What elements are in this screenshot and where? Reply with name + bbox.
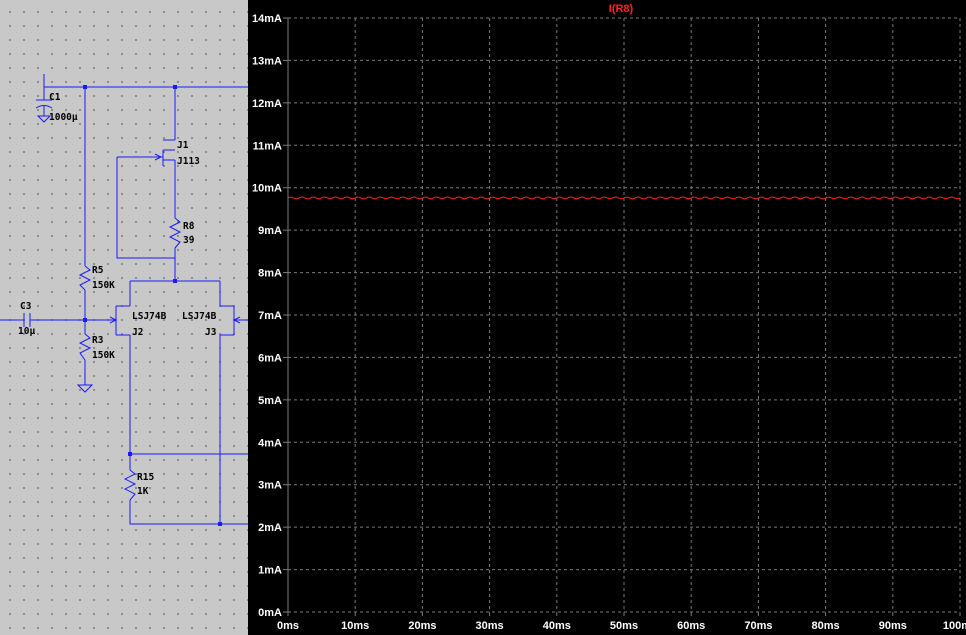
y-tick-label: 0mA (258, 607, 282, 619)
x-tick-label: 90ms (879, 620, 907, 632)
label-r3-value: 150K (92, 350, 115, 361)
x-tick-label: 30ms (476, 620, 504, 632)
y-tick-label: 13mA (252, 55, 282, 67)
label-j3-value: LSJ74B (182, 311, 217, 322)
schematic-canvas[interactable]: C1 1000µ J1 J113 R8 39 R5 150K C3 10µ R3… (0, 0, 248, 635)
x-tick-label: 0ms (277, 620, 299, 632)
label-c1-ref: C1 (49, 92, 61, 103)
x-tick-label: 50ms (610, 620, 638, 632)
x-tick-label: 20ms (408, 620, 436, 632)
y-tick-label: 2mA (258, 522, 282, 534)
label-r3-ref: R3 (92, 335, 104, 346)
x-tick-label: 70ms (744, 620, 772, 632)
schematic-drawing: C1 1000µ J1 J113 R8 39 R5 150K C3 10µ R3… (0, 74, 248, 526)
waveform-plot[interactable]: I(R8) 0mA 1mA 2mA 3mA 4mA 5mA 6mA 7mA 8mA 9mA 10mA… (248, 0, 966, 635)
y-tick-label: 8mA (258, 268, 282, 280)
label-c1-value: 1000µ (49, 112, 78, 123)
label-j1-ref: J1 (177, 140, 189, 151)
y-tick-label: 5mA (258, 395, 282, 407)
resistor-r5-symbol[interactable] (78, 265, 92, 291)
label-r15-value: 1K (137, 486, 149, 497)
label-r5-value: 150K (92, 280, 115, 291)
label-r8-value: 39 (183, 235, 195, 246)
y-tick-label: 6mA (258, 352, 282, 364)
jfet-j1-symbol[interactable] (154, 139, 175, 166)
y-tick-label: 3mA (258, 480, 282, 492)
x-tick-label: 100ms (943, 620, 966, 632)
label-c3-ref: C3 (20, 301, 32, 312)
junction-dots (83, 85, 222, 526)
x-tick-label: 10ms (341, 620, 369, 632)
label-r8-ref: R8 (183, 221, 195, 232)
x-tick-label: 60ms (677, 620, 705, 632)
resistor-r8-symbol[interactable] (168, 217, 182, 249)
label-j2-value: LSJ74B (132, 311, 167, 322)
ground-symbol (76, 384, 94, 393)
y-tick-label: 7mA (258, 310, 282, 322)
resistor-r3-symbol[interactable] (78, 333, 92, 361)
plot-grid (283, 17, 961, 616)
y-tick-label: 14mA (252, 13, 282, 25)
y-tick-label: 12mA (252, 98, 282, 110)
capacitor-c3-symbol[interactable] (23, 313, 32, 327)
x-tick-label: 80ms (812, 620, 840, 632)
y-tick-label: 11mA (253, 140, 282, 152)
x-axis-ticks: 0ms 10ms 20ms 30ms 40ms 50ms 60ms 70ms 80ms 90ms 1… (277, 620, 966, 632)
y-tick-label: 10mA (252, 183, 282, 195)
plot-title[interactable]: I(R8) (609, 3, 634, 15)
label-r15-ref: R15 (137, 472, 154, 483)
resistor-r15-symbol[interactable] (123, 469, 137, 501)
label-j3-ref: J3 (205, 327, 217, 338)
waveform-viewer[interactable]: I(R8) 0mA 1mA 2mA 3mA 4mA 5mA 6mA 7mA 8mA 9mA 10mA… (248, 0, 966, 635)
y-tick-label: 1mA (258, 565, 282, 577)
label-r5-ref: R5 (92, 265, 104, 276)
y-tick-label: 4mA (258, 437, 282, 449)
wires (0, 74, 248, 525)
label-j2-ref: J2 (132, 327, 143, 338)
label-j1-value: J113 (177, 156, 200, 167)
label-c3-value: 10µ (18, 326, 35, 337)
y-axis-ticks: 0mA 1mA 2mA 3mA 4mA 5mA 6mA 7mA 8mA 9mA 10mA 11mA 12… (252, 13, 282, 619)
x-tick-label: 40ms (543, 620, 571, 632)
y-tick-label: 9mA (258, 225, 282, 237)
